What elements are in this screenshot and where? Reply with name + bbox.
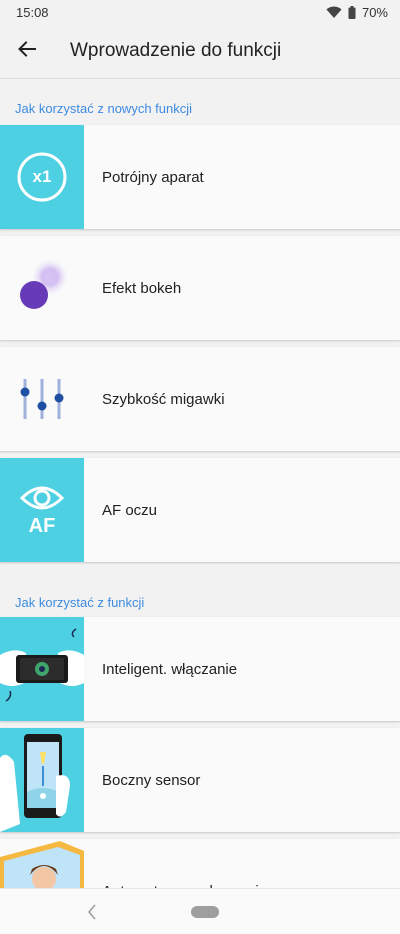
list-item-side-sensor[interactable]: Boczny sensor <box>0 728 400 832</box>
app-bar-divider <box>0 78 400 79</box>
list-item-label: Boczny sensor <box>102 771 201 789</box>
bokeh-icon <box>0 236 84 340</box>
list-item-label: AF oczu <box>102 501 158 519</box>
list-item-label: Szybkość migawki <box>102 390 225 408</box>
system-nav-bar <box>0 888 400 934</box>
list-item-eye-af[interactable]: AF AF oczu <box>0 458 400 562</box>
list-item-label: Potrójny aparat <box>102 168 204 186</box>
list-item-triple-camera[interactable]: x1 Potrójny aparat <box>0 125 400 229</box>
hands-phone-landscape-icon <box>0 617 84 721</box>
wifi-icon <box>326 6 342 19</box>
eye-af-icon: AF <box>0 458 84 562</box>
app-bar: Wprowadzenie do funkcji <box>0 24 400 78</box>
sliders-icon <box>0 347 84 451</box>
list-item-smart-launch[interactable]: Inteligent. włączanie <box>0 617 400 721</box>
zoom-badge: x1 <box>32 167 52 186</box>
list-item-label: Inteligent. włączanie <box>102 660 238 678</box>
list-item-shutter-speed[interactable]: Szybkość migawki <box>0 347 400 451</box>
list-item-bokeh-effect[interactable]: Efekt bokeh <box>0 236 400 340</box>
status-bar: 15:08 70% <box>0 0 400 24</box>
page-title: Wprowadzenie do funkcji <box>70 40 282 61</box>
battery-percent: 70% <box>361 4 388 20</box>
x1-zoom-icon: x1 <box>0 125 84 229</box>
battery-icon <box>348 5 356 19</box>
back-button[interactable] <box>0 24 54 78</box>
list-item-label: Efekt bokeh <box>102 279 182 297</box>
nav-back-icon[interactable] <box>84 902 100 922</box>
nav-home-pill-icon[interactable] <box>191 906 219 918</box>
status-time: 15:08 <box>16 4 49 20</box>
status-icons: 70% <box>326 5 388 20</box>
af-badge: AF <box>28 515 56 537</box>
arrow-back-icon <box>18 40 36 62</box>
hand-phone-portrait-icon <box>0 728 84 832</box>
